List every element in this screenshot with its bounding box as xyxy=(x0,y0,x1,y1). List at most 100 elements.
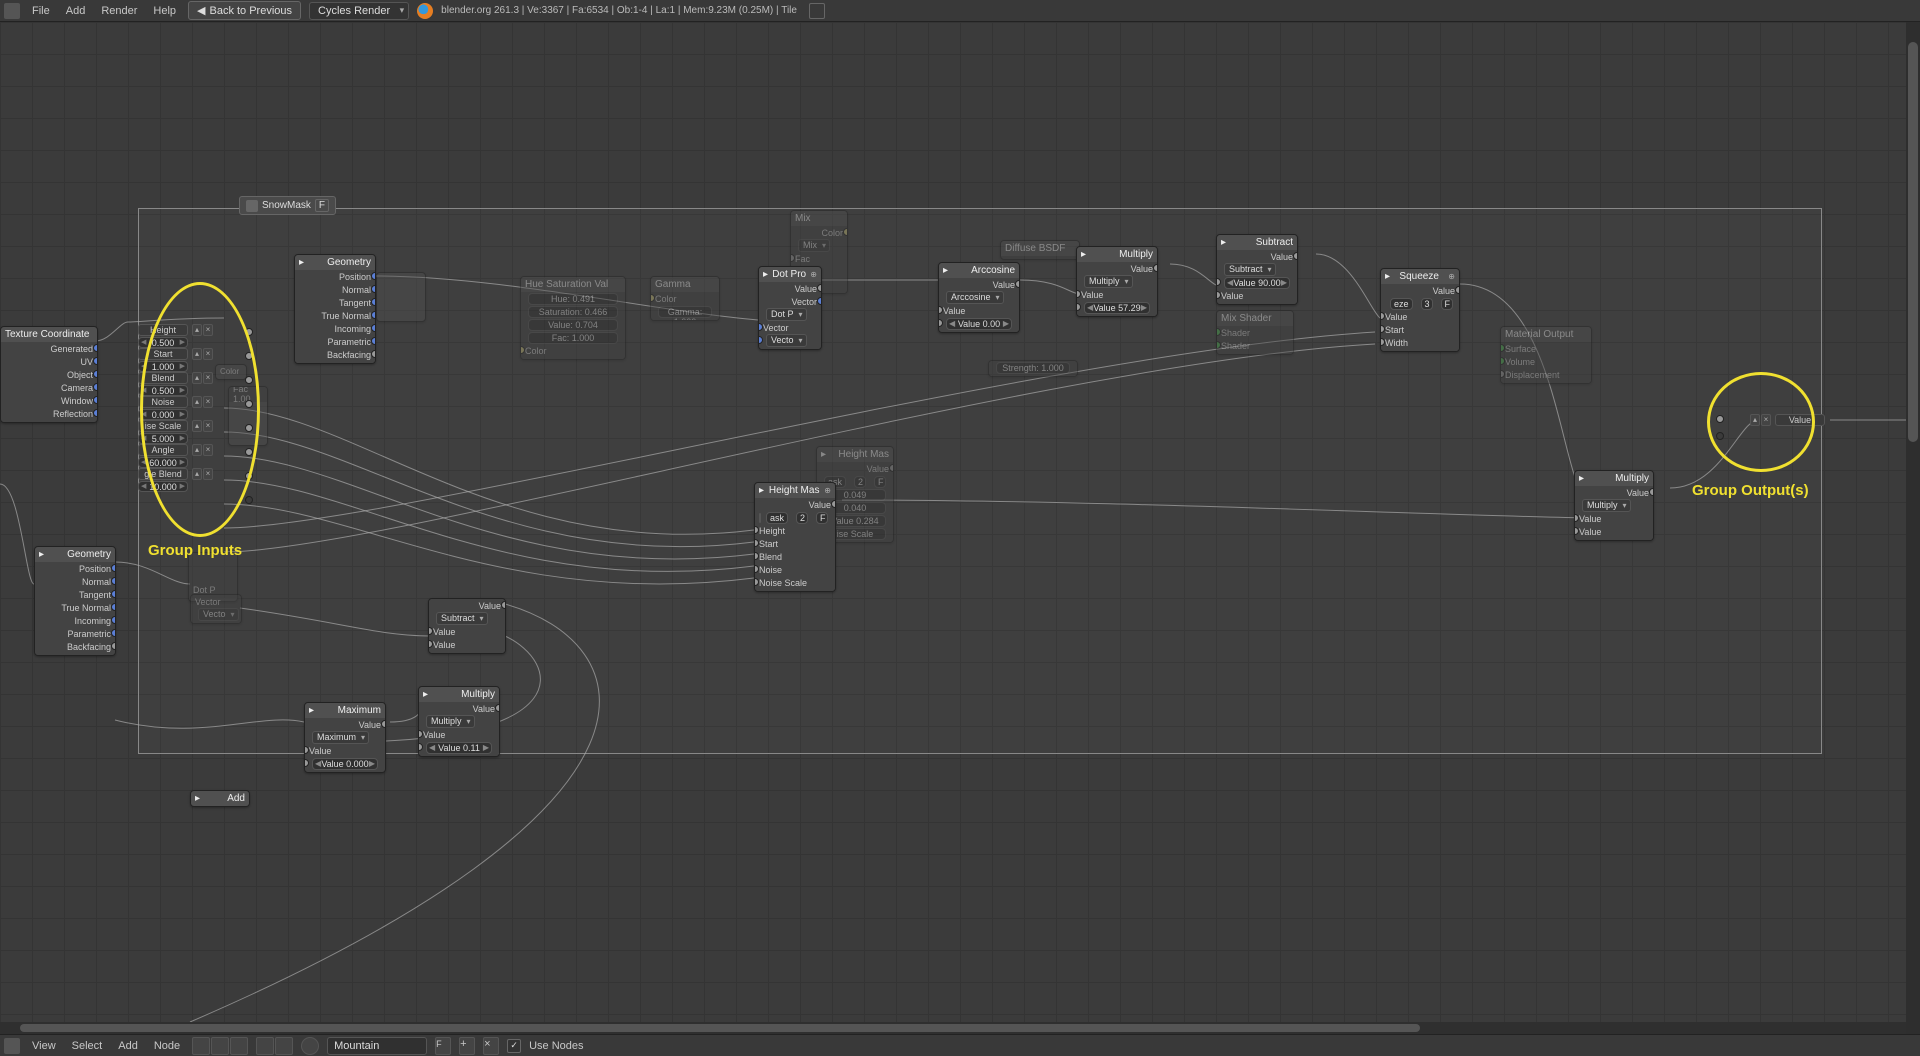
expand-icon[interactable] xyxy=(809,3,825,19)
remove-icon[interactable]: × xyxy=(203,324,213,336)
input-socket[interactable] xyxy=(245,376,253,384)
group-title-bar[interactable]: SnowMask F xyxy=(239,196,336,215)
vertical-scrollbar[interactable] xyxy=(1906,22,1920,1034)
move-icon[interactable]: ▴ xyxy=(192,396,202,408)
input-label[interactable]: gle Blend xyxy=(138,468,188,480)
node-icon[interactable] xyxy=(759,513,761,523)
node-geometry-outer[interactable]: ▸Geometry Position Normal Tangent True N… xyxy=(34,546,116,656)
out-window: Window xyxy=(61,396,93,406)
add-material-icon[interactable]: + xyxy=(459,1037,475,1055)
material-name-field[interactable]: Mountain xyxy=(327,1037,427,1055)
output-label[interactable]: Value xyxy=(1775,414,1825,426)
move-icon[interactable]: ▴ xyxy=(192,420,202,432)
horizontal-scrollbar[interactable] xyxy=(0,1022,1906,1034)
remove-icon[interactable]: × xyxy=(203,348,213,360)
node-vector-dd[interactable]: Vector Vecto xyxy=(190,594,242,624)
input-socket[interactable] xyxy=(245,472,253,480)
input-label[interactable]: Height xyxy=(138,324,188,336)
input-label[interactable]: Noise xyxy=(138,396,188,408)
editor-type-icon[interactable] xyxy=(4,3,20,19)
input-label[interactable]: Blend xyxy=(138,372,188,384)
input-socket[interactable] xyxy=(245,424,253,432)
node-multiply-3[interactable]: ▸Multiply Value Multiply Value Value 0.1… xyxy=(418,686,500,757)
add-output-socket[interactable] xyxy=(1716,432,1724,440)
node-material-output[interactable]: Material Output Surface Volume Displacem… xyxy=(1500,326,1592,384)
node-multiply-1[interactable]: ▸Multiply Value Multiply Value Value 57.… xyxy=(1076,246,1158,317)
faded-node-color: Color xyxy=(215,364,247,380)
move-icon[interactable]: ▴ xyxy=(192,468,202,480)
remove-icon[interactable]: × xyxy=(203,468,213,480)
input-socket[interactable] xyxy=(245,328,253,336)
menu-add[interactable]: Add xyxy=(114,1038,142,1054)
input-socket[interactable] xyxy=(245,400,253,408)
input-label[interactable]: Angle xyxy=(138,444,188,456)
node-gamma[interactable]: Gamma Color Gamma: 1.000 xyxy=(650,276,720,321)
node-dot-product[interactable]: ▸Dot Pro⊕ Value Vector Dot P Vector Vect… xyxy=(758,266,822,350)
node-diffuse[interactable]: Diffuse BSDF xyxy=(1000,240,1080,260)
move-up-icon[interactable]: ▴ xyxy=(1750,414,1760,426)
node-texture-coordinate[interactable]: Texture Coordinate Generated UV Object C… xyxy=(0,326,98,423)
render-engine-dropdown[interactable]: Cycles Render xyxy=(309,2,409,20)
node-strength[interactable]: Strength: 1.000 xyxy=(988,360,1078,377)
input-value[interactable]: 1.000 xyxy=(138,361,188,372)
use-nodes-checkbox[interactable]: ✓ xyxy=(507,1039,521,1053)
node-add-bottom[interactable]: ▸Add xyxy=(190,790,250,807)
group-output-socket[interactable] xyxy=(1716,415,1724,423)
fake-user-button-bottom[interactable]: F xyxy=(435,1037,451,1055)
input-value[interactable]: 0.000 xyxy=(138,409,188,420)
group-name[interactable]: SnowMask xyxy=(262,200,311,211)
menu-help[interactable]: Help xyxy=(149,3,180,19)
texture-tree-icon[interactable] xyxy=(230,1037,248,1055)
remove-icon[interactable]: × xyxy=(203,396,213,408)
move-icon[interactable]: ▴ xyxy=(192,444,202,456)
node-height-mask[interactable]: ▸Height Mas⊕ Value ask 2 F Height Start … xyxy=(754,482,836,592)
node-subtract-out[interactable]: Value Subtract Value Value xyxy=(428,598,506,654)
object-shader-icon[interactable] xyxy=(256,1037,274,1055)
back-to-previous-button[interactable]: ◀ Back to Previous xyxy=(188,1,301,20)
remove-material-icon[interactable]: × xyxy=(483,1037,499,1055)
move-icon[interactable]: ▴ xyxy=(192,324,202,336)
menu-add-top[interactable]: Add xyxy=(62,3,90,19)
remove-icon[interactable]: × xyxy=(1761,414,1771,426)
node-mix-shader[interactable]: Mix Shader Shader Shader xyxy=(1216,310,1294,355)
input-value[interactable]: 0.500 xyxy=(138,385,188,396)
material-slot-icon[interactable] xyxy=(301,1037,319,1055)
node-arccosine[interactable]: ▸Arccosine Value Arccosine Value Value 0… xyxy=(938,262,1020,333)
menu-select[interactable]: Select xyxy=(68,1038,107,1054)
node-geometry-group[interactable]: ▸Geometry Position Normal Tangent True N… xyxy=(294,254,376,364)
input-value[interactable]: 5.000 xyxy=(138,433,188,444)
group-output[interactable]: ▴ × Value xyxy=(1746,411,1825,440)
menu-node[interactable]: Node xyxy=(150,1038,184,1054)
scrollbar-thumb[interactable] xyxy=(20,1024,1420,1032)
pin-icon[interactable] xyxy=(246,200,258,212)
remove-icon[interactable]: × xyxy=(203,372,213,384)
input-value[interactable]: 60.000 xyxy=(138,457,188,468)
node-squeeze[interactable]: ▸Squeeze⊕ Value eze 3 F Value Start Widt… xyxy=(1380,268,1460,352)
editor-type-icon-bottom[interactable] xyxy=(4,1038,20,1054)
group-inputs-column[interactable]: Height▴×0.500Start▴×1.000Blend▴×0.500Noi… xyxy=(138,324,213,504)
move-icon[interactable]: ▴ xyxy=(192,348,202,360)
input-label[interactable]: ise Scale xyxy=(138,420,188,432)
compositor-tree-icon[interactable] xyxy=(211,1037,229,1055)
input-socket[interactable] xyxy=(245,448,253,456)
shader-tree-icon[interactable] xyxy=(192,1037,210,1055)
scrollbar-thumb[interactable] xyxy=(1908,42,1918,442)
input-value[interactable]: 10.000 xyxy=(138,481,188,492)
menu-view[interactable]: View xyxy=(28,1038,60,1054)
remove-icon[interactable]: × xyxy=(203,420,213,432)
node-maximum[interactable]: ▸Maximum Value Maximum Value Value 0.000 xyxy=(304,702,386,773)
menu-render[interactable]: Render xyxy=(97,3,141,19)
world-shader-icon[interactable] xyxy=(275,1037,293,1055)
input-label[interactable]: Start xyxy=(138,348,188,360)
node-hue-saturation[interactable]: Hue Saturation Val Hue: 0.491 Saturation… xyxy=(520,276,626,360)
remove-icon[interactable]: × xyxy=(203,444,213,456)
node-editor-canvas[interactable]: SnowMask F Texture Coordinate Gene xyxy=(0,22,1920,1034)
add-input-socket[interactable] xyxy=(245,496,253,504)
input-value[interactable]: 0.500 xyxy=(138,337,188,348)
input-socket[interactable] xyxy=(245,352,253,360)
node-multiply-2[interactable]: ▸Multiply Value Multiply Value Value xyxy=(1574,470,1654,541)
move-icon[interactable]: ▴ xyxy=(192,372,202,384)
fake-user-button[interactable]: F xyxy=(315,199,329,212)
menu-file[interactable]: File xyxy=(28,3,54,19)
node-subtract-1[interactable]: ▸Subtract Value Subtract Value 90.00 Val… xyxy=(1216,234,1298,305)
